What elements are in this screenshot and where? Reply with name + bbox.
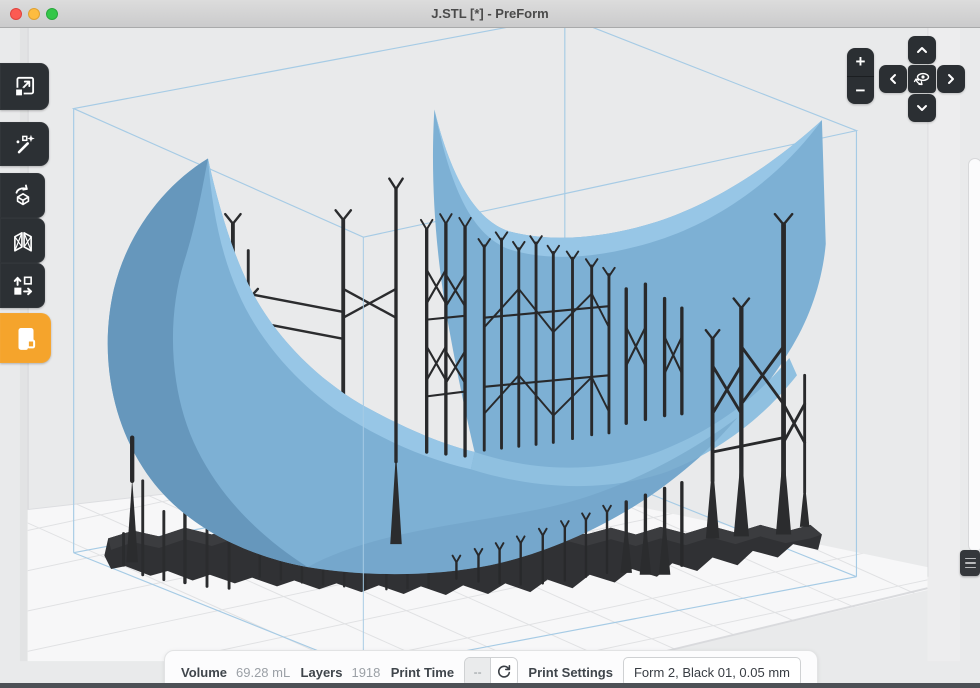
viewport: + −	[0, 28, 980, 688]
volume-label: Volume	[181, 665, 227, 680]
scale-icon	[12, 74, 38, 100]
window-bottom-edge	[0, 683, 980, 688]
grip-lines-icon	[965, 558, 976, 560]
chevron-right-icon	[944, 72, 958, 86]
refresh-icon	[496, 664, 512, 680]
volume-value: 69.28 mL	[236, 665, 290, 680]
orbit-eye-icon	[911, 68, 933, 90]
chevron-left-icon	[886, 72, 900, 86]
pan-up-button[interactable]	[908, 36, 936, 64]
layout-arrange-icon	[10, 273, 36, 299]
pan-down-button[interactable]	[908, 94, 936, 122]
print-settings-label: Print Settings	[528, 665, 613, 680]
print-time-value: --	[465, 658, 490, 686]
print-time-label: Print Time	[391, 665, 454, 680]
orbit-dpad	[879, 36, 967, 124]
rotate-cube-icon	[10, 183, 36, 209]
plus-icon: +	[856, 53, 866, 70]
supports-tool-button[interactable]	[0, 218, 45, 263]
window-title: J.STL [*] - PreForm	[0, 0, 980, 28]
layer-slider-track[interactable]	[968, 158, 980, 552]
titlebar: J.STL [*] - PreForm	[0, 0, 980, 28]
print-job-button[interactable]	[0, 313, 51, 363]
size-tool-button[interactable]	[0, 63, 49, 110]
preform-window: J.STL [*] - PreForm	[0, 0, 980, 688]
pan-left-button[interactable]	[879, 65, 907, 93]
print-settings-value: Form 2, Black 01, 0.05 mm	[634, 665, 790, 680]
print-time-refresh-button[interactable]	[490, 658, 517, 686]
orientation-tool-button[interactable]	[0, 173, 45, 218]
chevron-down-icon	[915, 101, 929, 115]
layout-tool-button[interactable]	[0, 263, 45, 308]
resin-cartridge-icon	[11, 323, 41, 353]
zoom-in-button[interactable]: +	[847, 48, 874, 77]
layer-slider-handle[interactable]	[960, 550, 980, 576]
magic-wand-icon	[12, 131, 38, 157]
one-click-print-button[interactable]	[0, 122, 49, 166]
viewport-3d-scene[interactable]	[0, 28, 980, 688]
pan-right-button[interactable]	[937, 65, 965, 93]
minus-icon: −	[856, 82, 866, 99]
zoom-out-button[interactable]: −	[847, 77, 874, 105]
view-orbit-button[interactable]	[908, 65, 936, 93]
supports-truss-icon	[10, 228, 36, 254]
zoom-control: + −	[847, 48, 874, 104]
layers-label: Layers	[301, 665, 343, 680]
layers-value: 1918	[351, 665, 380, 680]
chevron-up-icon	[915, 43, 929, 57]
